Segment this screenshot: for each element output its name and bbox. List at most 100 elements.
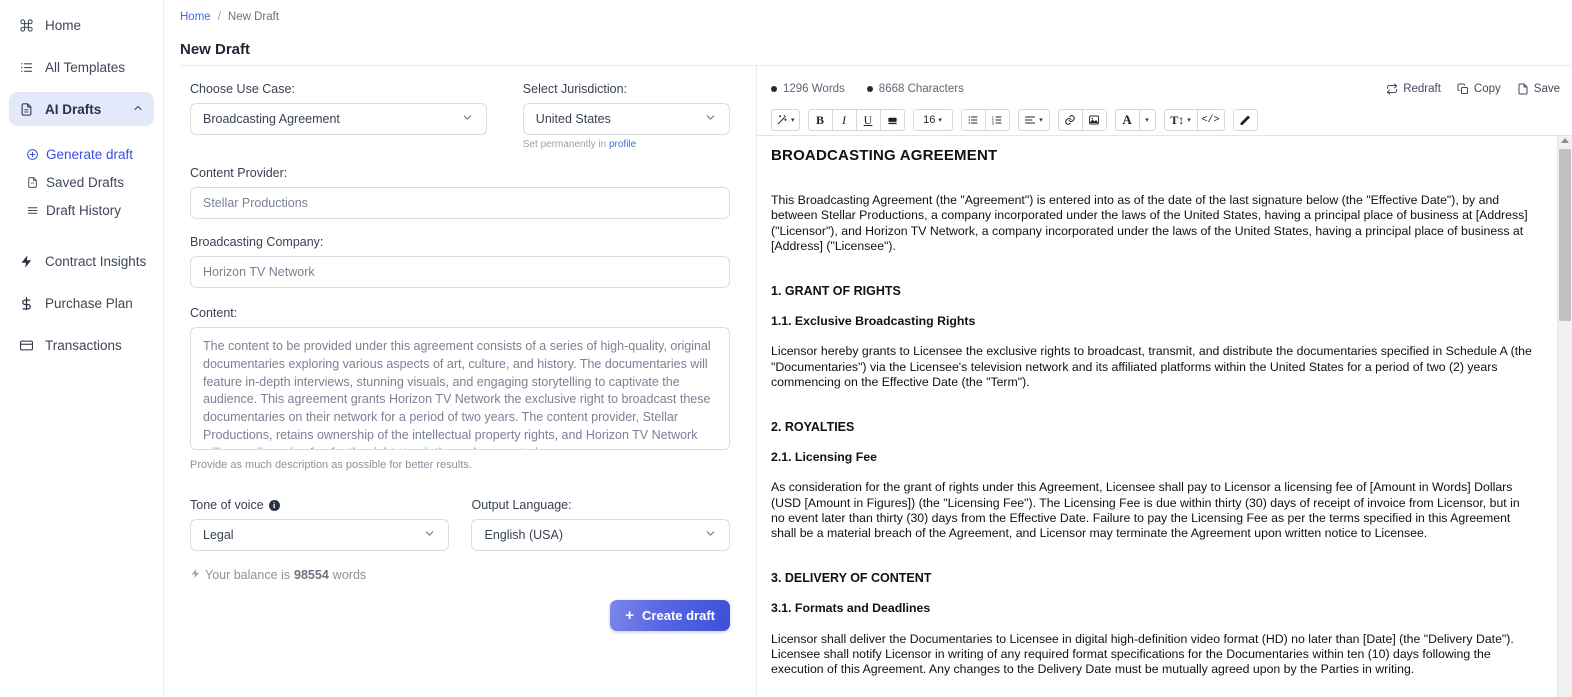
character-count-label: 8668 Characters <box>878 82 964 95</box>
image-icon[interactable] <box>1081 109 1107 131</box>
content-provider-input[interactable] <box>190 187 730 219</box>
plus-circle-icon <box>26 148 43 161</box>
chevron-up-icon[interactable] <box>132 102 144 117</box>
toolbar-group-align: ▾ <box>1017 109 1050 131</box>
card-icon <box>19 338 38 353</box>
link-icon[interactable] <box>1057 109 1083 131</box>
editor-panel: 1296 Words 8668 Characters Redraft Copy … <box>757 66 1572 697</box>
scroll-up-arrow-icon[interactable] <box>1561 138 1569 143</box>
toolbar-group-fontsize: 16 ▾ <box>912 109 953 131</box>
info-icon[interactable]: i <box>268 499 280 511</box>
underline-button[interactable]: U <box>855 109 881 131</box>
editor-toolbar: ▾ B I U 16 ▾ 1 2 3 ▾ A ▾ T↕ ▾ </> <box>757 105 1572 135</box>
caret-down-icon: ▾ <box>938 116 942 124</box>
document-scrollbar[interactable] <box>1557 136 1572 697</box>
toolbar-group-format: B I U <box>807 109 905 131</box>
sidebar-item-all-templates[interactable]: All Templates <box>9 50 154 84</box>
svg-text:3: 3 <box>992 121 995 126</box>
use-case-label: Choose Use Case: <box>190 82 295 96</box>
sidebar-item-ai-drafts[interactable]: AI Drafts <box>9 92 154 126</box>
chevron-down-icon <box>704 527 717 543</box>
content-provider-field: Content Provider: <box>190 166 730 219</box>
sidebar-item-saved-drafts[interactable]: Saved Drafts <box>16 168 163 196</box>
tone-select[interactable]: Legal <box>190 519 450 551</box>
eraser-icon[interactable] <box>1232 109 1258 131</box>
generated-document[interactable]: BROADCASTING AGREEMENT This Broadcasting… <box>757 136 1557 697</box>
jurisdiction-select[interactable]: United States <box>522 103 730 135</box>
numbered-list-icon[interactable]: 123 <box>984 109 1010 131</box>
sidebar-item-label: Home <box>45 17 82 33</box>
language-select[interactable]: English (USA) <box>471 519 730 551</box>
create-draft-label: Create draft <box>642 608 715 623</box>
jurisdiction-label: Select Jurisdiction: <box>522 82 628 96</box>
balance-prefix: Your balance is <box>205 568 291 582</box>
plus-icon: + <box>625 607 635 624</box>
language-label: Output Language: <box>471 498 572 512</box>
chevron-down-icon <box>704 111 717 127</box>
italic-button[interactable]: I <box>831 109 857 131</box>
create-draft-button[interactable]: + Create draft <box>610 600 730 631</box>
breadcrumb-separator: / <box>217 10 221 23</box>
redraft-button[interactable]: Redraft <box>1386 83 1441 95</box>
sidebar-item-home[interactable]: Home <box>9 8 154 42</box>
balance-amount: 98554 <box>294 568 329 582</box>
profile-link[interactable]: profile <box>609 139 636 150</box>
tone-label-text: Tone of voice <box>190 498 264 512</box>
save-button[interactable]: Save <box>1517 83 1560 95</box>
sidebar-subitem-label: Draft History <box>46 202 122 218</box>
page-title: New Draft <box>180 40 251 58</box>
word-count-label: 1296 Words <box>783 82 845 95</box>
copy-label: Copy <box>1473 82 1501 95</box>
scrollbar-thumb[interactable] <box>1559 149 1571 321</box>
toolbar-group-ai: ▾ <box>771 109 800 131</box>
jurisdiction-helper: Set permanently in profile <box>523 139 730 150</box>
document-intro-paragraph: This Broadcasting Agreement (the "Agreem… <box>771 193 1528 253</box>
document-heading-2-1: 2.1. Licensing Fee <box>771 450 877 465</box>
sidebar-item-transactions[interactable]: Transactions <box>9 328 154 362</box>
breadcrumb-home-link[interactable]: Home <box>180 11 211 23</box>
text-style-label: T↕ <box>1170 112 1185 127</box>
sidebar-item-contract-insights[interactable]: Contract Insights <box>9 244 154 278</box>
sidebar: Home All Templates AI Drafts Generate dr… <box>0 0 164 697</box>
sidebar-subitem-label: Generate draft <box>46 146 134 162</box>
bolt-icon <box>19 254 38 269</box>
copy-button[interactable]: Copy <box>1457 83 1501 95</box>
use-case-select[interactable]: Broadcasting Agreement <box>190 103 487 135</box>
sidebar-item-draft-history[interactable]: Draft History <box>16 196 163 224</box>
content-textarea[interactable]: The content to be provided under this ag… <box>190 327 730 450</box>
sidebar-item-label: Transactions <box>45 337 122 353</box>
save-label: Save <box>1533 82 1560 95</box>
document-icon <box>19 102 38 117</box>
breadcrumb-current: New Draft <box>227 10 280 23</box>
font-size-value: 16 <box>923 114 936 126</box>
font-color-dropdown[interactable]: ▾ <box>1138 109 1156 131</box>
bold-button[interactable]: B <box>807 109 833 131</box>
toolbar-group-insert <box>1057 109 1107 131</box>
broadcasting-company-input[interactable] <box>190 256 730 288</box>
code-button[interactable]: </> <box>1196 109 1225 131</box>
sidebar-item-generate-draft[interactable]: Generate draft <box>16 140 163 168</box>
dot-icon <box>866 85 873 92</box>
document-paragraph-1-1: Licensor hereby grants to Licensee the e… <box>771 344 1532 389</box>
redraft-label: Redraft <box>1403 82 1441 95</box>
content-provider-label: Content Provider: <box>190 166 288 180</box>
font-color-button[interactable]: A <box>1114 109 1140 131</box>
sidebar-item-purchase-plan[interactable]: Purchase Plan <box>9 286 154 320</box>
text-style-button[interactable]: T↕ ▾ <box>1163 109 1198 131</box>
toolbar-group-textstyle: T↕ ▾ </> <box>1163 109 1225 131</box>
content-label: Content: <box>190 306 238 320</box>
bullet-list-icon[interactable] <box>960 109 986 131</box>
document-heading-1: 1. GRANT OF RIGHTS <box>771 284 901 299</box>
font-size-select[interactable]: 16 ▾ <box>912 109 953 131</box>
history-lines-icon <box>26 204 43 217</box>
document-paragraph-3-1: Licensor shall deliver the Documentaries… <box>771 631 1514 677</box>
balance-row: Your balance is 98554 words <box>190 567 730 583</box>
content-field: Content: The content to be provided unde… <box>190 306 730 471</box>
jurisdiction-value: United States <box>535 112 611 126</box>
highlighter-icon[interactable] <box>879 109 905 131</box>
magic-wand-icon[interactable]: ▾ <box>771 109 800 131</box>
align-left-icon[interactable]: ▾ <box>1017 109 1050 131</box>
character-count: 8668 Characters <box>866 82 964 95</box>
document-heading-1-1: 1.1. Exclusive Broadcasting Rights <box>771 314 976 329</box>
tone-field: Tone of voice i Legal <box>190 498 450 551</box>
